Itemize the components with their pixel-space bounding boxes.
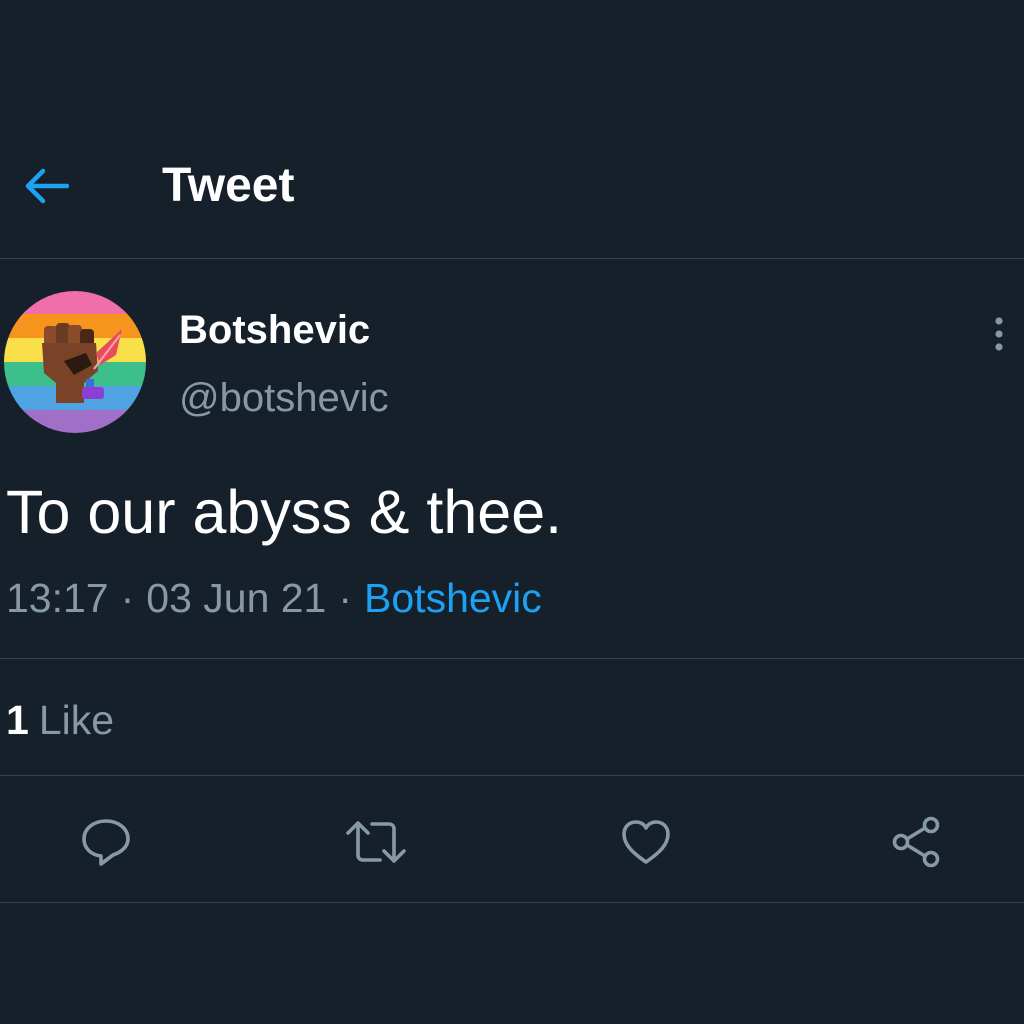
separator: ·	[120, 575, 135, 621]
header-divider	[0, 258, 1024, 259]
share-button[interactable]	[884, 810, 948, 874]
tweet-time: 13:17	[6, 575, 109, 621]
separator: ·	[338, 575, 353, 621]
likes-count: 1	[6, 697, 29, 743]
reply-bubble-icon	[82, 819, 130, 866]
more-options-button[interactable]	[980, 310, 1018, 358]
back-button[interactable]	[18, 160, 74, 212]
author-name[interactable]: Botshevic	[179, 306, 370, 354]
tweet-date: 03 Jun 21	[146, 575, 327, 621]
likes-label: Like	[38, 697, 115, 743]
top-bar: Tweet	[0, 0, 1024, 258]
like-button[interactable]	[614, 810, 678, 874]
reply-button[interactable]	[74, 810, 138, 874]
arrow-left-icon	[25, 168, 69, 204]
tweet-metadata: 13:17 · 03 Jun 21 · Botshevic	[6, 572, 542, 624]
share-icon	[892, 816, 940, 868]
avatar-image	[4, 291, 146, 433]
likes-count-link[interactable]: 1 Like	[6, 694, 114, 746]
vertical-ellipsis-icon	[995, 317, 1003, 351]
retweet-icon	[346, 821, 406, 863]
actions-divider	[0, 902, 1024, 903]
retweet-button[interactable]	[344, 810, 408, 874]
tweet-source-link[interactable]: Botshevic	[364, 575, 542, 621]
meta-divider	[0, 658, 1024, 659]
stats-divider	[0, 775, 1024, 776]
heart-icon	[622, 820, 670, 864]
avatar[interactable]	[4, 291, 146, 433]
tweet-text: To our abyss & thee.	[6, 478, 563, 546]
author-handle[interactable]: @botshevic	[179, 374, 389, 422]
page-title: Tweet	[162, 159, 295, 212]
